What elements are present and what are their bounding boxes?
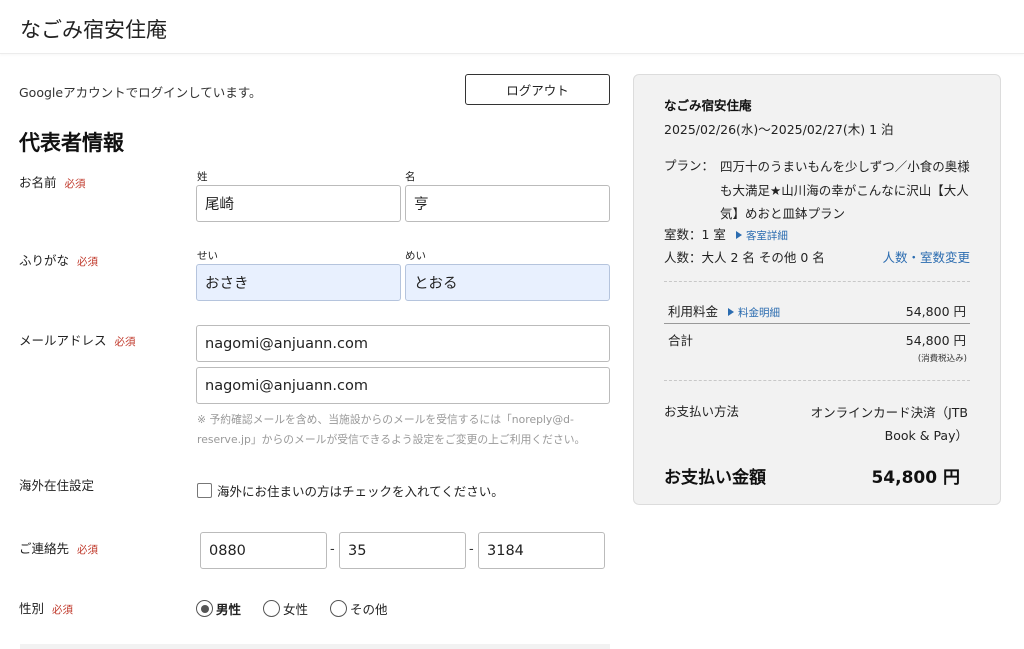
site-title: なごみ宿安住庵 (20, 18, 167, 42)
required-badge: 必須 (77, 256, 99, 268)
section-title: 代表者情報 (19, 131, 124, 155)
tax-note: (消費税込み) (917, 354, 967, 364)
fee-detail-link[interactable]: 料金明細 (728, 307, 780, 319)
last-name-label: 姓 (197, 171, 208, 183)
required-badge: 必須 (77, 544, 99, 556)
summary-dates: 2025/02/26(水)〜2025/02/27(木) 1 泊 (664, 122, 894, 137)
summary-plan-label: プラン： (664, 158, 715, 173)
radio-button[interactable] (330, 600, 348, 617)
kana-label: ふりがな (19, 253, 70, 268)
fee-label: 利用料金 (668, 304, 719, 319)
fee-separator (664, 323, 970, 324)
next-section-edge (20, 644, 610, 649)
triangle-right-icon (728, 308, 735, 316)
overseas-checkbox-row[interactable]: 海外にお住まいの方はチェックを入れてください。 (197, 481, 504, 500)
gender-row-label: 性別 必須 (19, 598, 73, 617)
summary-people: 人数：大人 2 名 その他 0 名 (664, 250, 825, 265)
fee-label-group: 利用料金 料金明細 (668, 301, 780, 320)
email-input[interactable] (196, 325, 610, 362)
summary-divider (664, 380, 970, 381)
last-kana-input[interactable] (196, 264, 401, 301)
total-value: 54,800 円 (905, 333, 966, 348)
payment-method-label: お支払い方法 (664, 404, 740, 419)
payment-method-value: オンラインカード決済（JTB Book & Pay） (810, 405, 968, 443)
total-label: 合計 (668, 333, 694, 348)
name-row-label: お名前 必須 (19, 172, 86, 191)
room-detail-link[interactable]: 客室詳細 (735, 230, 788, 242)
phone-part3-input[interactable] (478, 532, 605, 569)
summary-plan-text: 四万十のうまいもんを少しずつ／小食の奥様も大満足★山川海の幸がこんなに沢山【大人… (720, 159, 970, 221)
fee-detail-link-label: 料金明細 (738, 307, 781, 319)
gender-option-female[interactable]: 女性 (263, 599, 308, 618)
first-kana-label: めい (405, 250, 426, 262)
required-badge: 必須 (52, 604, 74, 616)
change-people-rooms-link[interactable]: 人数・室数変更 (882, 247, 970, 266)
summary-hotel-name: なごみ宿安住庵 (664, 98, 752, 113)
gender-option-label: その他 (350, 602, 388, 617)
kana-row-label: ふりがな 必須 (19, 250, 98, 269)
overseas-checkbox-label: 海外にお住まいの方はチェックを入れてください。 (217, 484, 504, 499)
first-kana-input[interactable] (405, 264, 610, 301)
gender-label: 性別 (19, 601, 45, 616)
gender-option-label: 女性 (283, 602, 309, 617)
last-name-input[interactable] (196, 185, 401, 222)
first-name-input[interactable] (405, 185, 610, 222)
gender-option-other[interactable]: その他 (330, 599, 388, 618)
gender-option-label: 男性 (216, 602, 242, 617)
email-note: ※ 予約確認メールを含め、当施設からのメールを受信するには「noreply@d-… (197, 413, 586, 446)
overseas-checkbox[interactable] (197, 483, 212, 498)
name-label: お名前 (19, 175, 57, 190)
fee-value: 54,800 円 (905, 304, 966, 319)
phone-separator: - (469, 542, 474, 557)
email-row-label: メールアドレス 必須 (19, 330, 136, 349)
logout-button[interactable]: ログアウト (465, 74, 610, 105)
summary-divider (664, 281, 970, 282)
gender-radio-group: 男性 女性 その他 (196, 599, 410, 618)
summary-rooms-text: 室数：1 室 (664, 227, 726, 242)
phone-part2-input[interactable] (339, 532, 466, 569)
reservation-summary-panel: なごみ宿安住庵 2025/02/26(水)〜2025/02/27(木) 1 泊 … (633, 74, 1001, 505)
last-kana-label: せい (197, 250, 218, 262)
payment-amount-value: 54,800 円 (871, 468, 960, 488)
login-status-text: Googleアカウントでログインしています。 (19, 85, 262, 100)
phone-part1-input[interactable] (200, 532, 327, 569)
email-confirm-input[interactable] (196, 367, 610, 404)
site-header: なごみ宿安住庵 (0, 0, 1024, 54)
required-badge: 必須 (114, 336, 136, 348)
first-name-label: 名 (405, 171, 416, 183)
phone-separator: - (330, 542, 335, 557)
triangle-right-icon (735, 231, 742, 239)
phone-row-label: ご連絡先 必須 (19, 538, 98, 557)
summary-rooms: 室数：1 室 客室詳細 (664, 224, 788, 243)
overseas-label: 海外在住設定 (19, 478, 95, 493)
gender-option-male[interactable]: 男性 (196, 599, 241, 618)
payment-amount-label: お支払い金額 (664, 468, 766, 488)
radio-button[interactable] (196, 600, 213, 617)
room-detail-link-label: 客室詳細 (745, 230, 788, 242)
phone-label: ご連絡先 (19, 541, 70, 556)
required-badge: 必須 (64, 178, 86, 190)
radio-button[interactable] (263, 600, 281, 617)
email-label: メールアドレス (19, 333, 107, 348)
